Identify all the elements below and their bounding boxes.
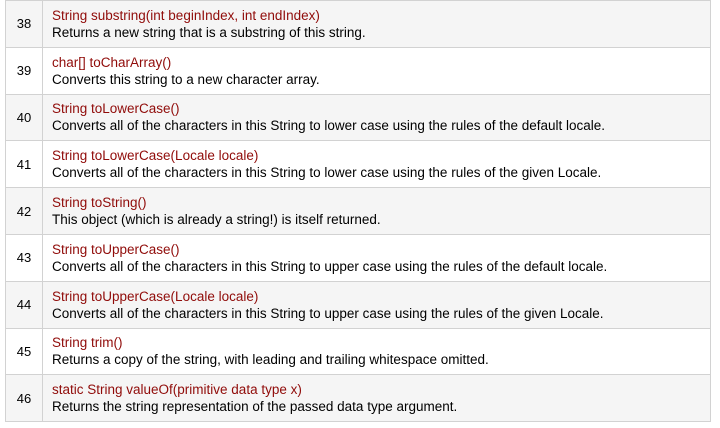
method-cell: String toLowerCase() Converts all of the… (42, 93, 711, 142)
method-number: 40 (5, 93, 43, 142)
methods-table: 38 String substring(int beginIndex, int … (5, 0, 711, 423)
table-row: 45 String trim() Returns a copy of the s… (5, 327, 711, 376)
method-description: Converts all of the characters in this S… (52, 258, 608, 274)
method-cell: String toUpperCase(Locale locale) Conver… (42, 280, 711, 329)
method-description: Returns a new string that is a substring… (52, 24, 366, 40)
method-signature: String toLowerCase(Locale locale) (52, 148, 259, 164)
method-signature: String toUpperCase() (52, 241, 180, 257)
table-row: 44 String toUpperCase(Locale locale) Con… (5, 280, 711, 329)
method-number: 41 (5, 140, 43, 189)
method-description: Converts all of the characters in this S… (52, 305, 604, 321)
method-description: Converts all of the characters in this S… (52, 118, 606, 134)
method-signature: String substring(int beginIndex, int end… (52, 7, 320, 23)
method-description: Returns the string representation of the… (52, 399, 458, 415)
table-row: 40 String toLowerCase() Converts all of … (5, 93, 711, 142)
method-cell: String trim() Returns a copy of the stri… (42, 327, 711, 376)
table-row: 41 String toLowerCase(Locale locale) Con… (5, 140, 711, 189)
method-cell: char[] toCharArray() Converts this strin… (42, 46, 711, 95)
method-cell: static String valueOf(primitive data typ… (42, 374, 711, 423)
table-row: 43 String toUpperCase() Converts all of … (5, 233, 711, 282)
method-cell: String toString() This object (which is … (42, 187, 711, 235)
method-number: 39 (5, 46, 43, 95)
method-signature: String toLowerCase() (52, 101, 180, 117)
method-number: 45 (5, 327, 43, 376)
methods-table-body: 38 String substring(int beginIndex, int … (5, 0, 711, 423)
method-signature: String toUpperCase(Locale locale) (52, 288, 259, 304)
method-number: 46 (5, 374, 43, 423)
method-number: 43 (5, 233, 43, 282)
table-row: 38 String substring(int beginIndex, int … (5, 0, 711, 48)
method-cell: String toLowerCase(Locale locale) Conver… (42, 140, 711, 189)
table-row: 39 char[] toCharArray() Converts this st… (5, 46, 711, 95)
method-cell: String substring(int beginIndex, int end… (42, 0, 711, 48)
method-description: Converts this string to a new character … (52, 71, 320, 87)
method-number: 42 (5, 187, 43, 235)
method-signature: char[] toCharArray() (52, 54, 172, 70)
method-signature: static String valueOf(primitive data typ… (52, 382, 302, 398)
method-signature: String trim() (52, 335, 123, 351)
method-cell: String toUpperCase() Converts all of the… (42, 233, 711, 282)
method-number: 44 (5, 280, 43, 329)
table-row: 46 static String valueOf(primitive data … (5, 374, 711, 423)
method-number: 38 (5, 0, 43, 48)
table-row: 42 String toString() This object (which … (5, 187, 711, 235)
method-description: Returns a copy of the string, with leadi… (52, 352, 489, 368)
method-description: This object (which is already a string!)… (52, 212, 381, 228)
method-description: Converts all of the characters in this S… (52, 165, 602, 181)
method-signature: String toString() (52, 195, 147, 211)
